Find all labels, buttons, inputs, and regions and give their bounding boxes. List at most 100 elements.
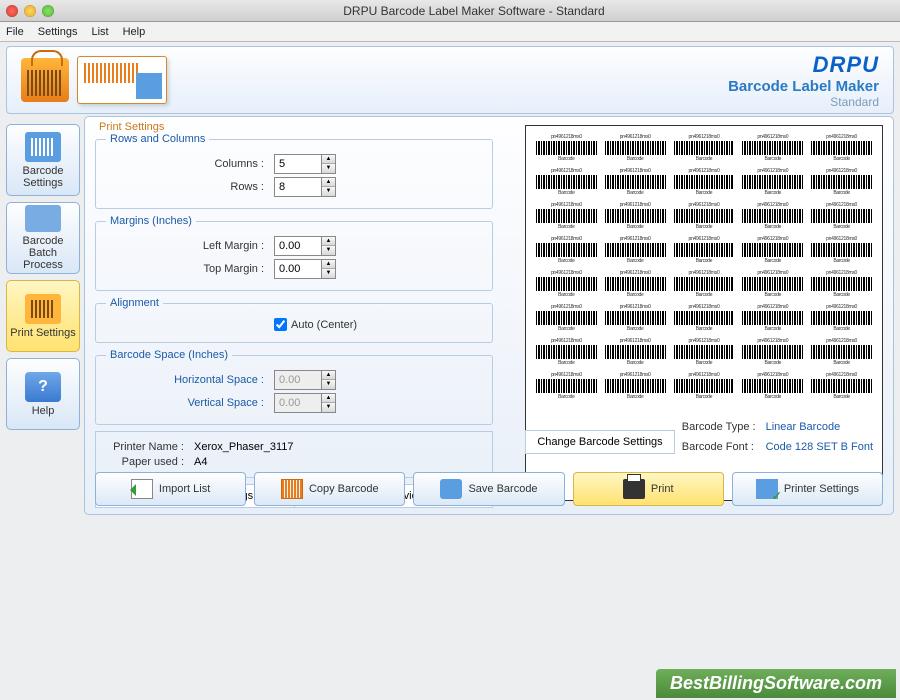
import-icon <box>131 479 153 499</box>
print-button[interactable]: Print <box>573 472 724 506</box>
chevron-up-icon[interactable]: ▲ <box>322 178 335 187</box>
barcode-preview-item: pn4961218ms0Barcode <box>534 134 599 162</box>
group-legend: Barcode Space (Inches) <box>106 349 232 361</box>
minimize-icon[interactable] <box>24 5 36 17</box>
window-controls <box>6 5 54 17</box>
sidebar-item-label: Barcode Batch Process <box>9 235 77 271</box>
chevron-down-icon[interactable]: ▼ <box>322 164 335 173</box>
top-margin-spinner[interactable]: ▲▼ <box>322 259 336 279</box>
left-margin-spinner[interactable]: ▲▼ <box>322 236 336 256</box>
h-space-label: Horizontal Space : <box>106 374 274 386</box>
brand-logo: DRPU <box>728 52 879 78</box>
barcode-preview-item: pn4961218ms0Barcode <box>809 202 874 230</box>
menu-list[interactable]: List <box>91 26 108 38</box>
chevron-down-icon[interactable]: ▼ <box>322 269 335 278</box>
action-bar: Import List Copy Barcode Save Barcode Pr… <box>95 472 883 506</box>
close-icon[interactable] <box>6 5 18 17</box>
chevron-up-icon[interactable]: ▲ <box>322 237 335 246</box>
chevron-up-icon: ▲ <box>322 394 335 403</box>
sidebar-item-label: Print Settings <box>10 327 75 339</box>
barcode-preview-item: pn4961218ms0Barcode <box>534 304 599 332</box>
columns-spinner[interactable]: ▲▼ <box>322 154 336 174</box>
spacing-group: Barcode Space (Inches) Horizontal Space … <box>95 349 493 425</box>
barcode-preview-item: pn4961218ms0Barcode <box>672 270 737 298</box>
button-label: Printer Settings <box>784 483 859 495</box>
columns-label: Columns : <box>106 158 274 170</box>
barcode-preview-item: pn4961218ms0Barcode <box>809 236 874 264</box>
barcode-preview-item: pn4961218ms0Barcode <box>809 168 874 196</box>
copy-barcode-button[interactable]: Copy Barcode <box>254 472 405 506</box>
chevron-down-icon: ▼ <box>322 380 335 389</box>
barcode-card-icon <box>77 56 167 104</box>
sidebar-help[interactable]: Help <box>6 358 80 430</box>
left-margin-input[interactable] <box>274 236 322 256</box>
brand-name: Barcode Label Maker <box>728 78 879 95</box>
barcode-preview-item: pn4961218ms0Barcode <box>534 202 599 230</box>
barcode-preview-item: pn4961218ms0Barcode <box>672 202 737 230</box>
barcode-preview-item: pn4961218ms0Barcode <box>809 134 874 162</box>
barcode-type-label: Barcode Type : <box>682 418 764 436</box>
sidebar-batch-process[interactable]: Barcode Batch Process <box>6 202 80 274</box>
save-icon <box>440 479 462 499</box>
zoom-icon[interactable] <box>42 5 54 17</box>
barcode-font-value: Code 128 SET B Font <box>766 438 873 456</box>
printer-info-box: Printer Name : Xerox_Phaser_3117 Paper u… <box>95 431 493 478</box>
barcode-preview-item: pn4961218ms0Barcode <box>672 304 737 332</box>
barcode-preview-item: pn4961218ms0Barcode <box>740 236 805 264</box>
window-title: DRPU Barcode Label Maker Software - Stan… <box>54 4 894 18</box>
barcode-preview-item: pn4961218ms0Barcode <box>672 134 737 162</box>
chevron-up-icon[interactable]: ▲ <box>322 155 335 164</box>
group-legend: Margins (Inches) <box>106 215 196 227</box>
copy-icon <box>281 479 303 499</box>
brand-edition: Standard <box>728 95 879 109</box>
barcode-preview-item: pn4961218ms0Barcode <box>603 304 668 332</box>
button-label: Copy Barcode <box>309 483 379 495</box>
import-list-button[interactable]: Import List <box>95 472 246 506</box>
rows-spinner[interactable]: ▲▼ <box>322 177 336 197</box>
chevron-up-icon[interactable]: ▲ <box>322 260 335 269</box>
save-barcode-button[interactable]: Save Barcode <box>413 472 564 506</box>
menu-help[interactable]: Help <box>123 26 146 38</box>
rows-input[interactable] <box>274 177 322 197</box>
change-barcode-button[interactable]: Change Barcode Settings <box>525 430 675 454</box>
paper-label: Paper used : <box>104 456 194 468</box>
barcode-preview-item: pn4961218ms0Barcode <box>534 168 599 196</box>
watermark: BestBillingSoftware.com <box>656 669 896 698</box>
top-margin-label: Top Margin : <box>106 263 274 275</box>
barcode-font-label: Barcode Font : <box>682 438 764 456</box>
sidebar-barcode-settings[interactable]: Barcode Settings <box>6 124 80 196</box>
barcode-preview-item: pn4961218ms0Barcode <box>534 372 599 400</box>
columns-input[interactable] <box>274 154 322 174</box>
top-margin-input[interactable] <box>274 259 322 279</box>
auto-center-input[interactable] <box>274 318 287 331</box>
printer-settings-button[interactable]: Printer Settings <box>732 472 883 506</box>
auto-center-checkbox[interactable]: Auto (Center) <box>274 318 442 331</box>
chevron-down-icon[interactable]: ▼ <box>322 187 335 196</box>
barcode-preview-item: pn4961218ms0Barcode <box>672 372 737 400</box>
sidebar-print-settings[interactable]: Print Settings <box>6 280 80 352</box>
banner: DRPU Barcode Label Maker Standard <box>6 46 894 114</box>
barcode-preview-item: pn4961218ms0Barcode <box>809 304 874 332</box>
group-legend: Alignment <box>106 297 163 309</box>
rows-columns-group: Rows and Columns Columns : ▲▼ Rows : ▲▼ <box>95 133 493 209</box>
menu-settings[interactable]: Settings <box>38 26 78 38</box>
chevron-down-icon: ▼ <box>322 403 335 412</box>
barcode-preview-item: pn4961218ms0Barcode <box>603 236 668 264</box>
printer-name-label: Printer Name : <box>104 441 194 453</box>
margins-group: Margins (Inches) Left Margin : ▲▼ Top Ma… <box>95 215 493 291</box>
content-panel: Print Settings Rows and Columns Columns … <box>84 116 894 515</box>
barcode-preview-item: pn4961218ms0Barcode <box>534 338 599 366</box>
printer-icon <box>623 479 645 499</box>
panel-title: Print Settings <box>95 121 168 133</box>
barcode-preview-item: pn4961218ms0Barcode <box>603 270 668 298</box>
batch-icon <box>25 205 61 232</box>
barcode-preview-item: pn4961218ms0Barcode <box>740 134 805 162</box>
barcode-type-value: Linear Barcode <box>766 418 873 436</box>
left-margin-label: Left Margin : <box>106 240 274 252</box>
barcode-preview-item: pn4961218ms0Barcode <box>740 168 805 196</box>
barcode-preview-item: pn4961218ms0Barcode <box>672 338 737 366</box>
chevron-down-icon[interactable]: ▼ <box>322 246 335 255</box>
barcode-preview-item: pn4961218ms0Barcode <box>603 202 668 230</box>
button-label: Print <box>651 483 674 495</box>
menu-file[interactable]: File <box>6 26 24 38</box>
